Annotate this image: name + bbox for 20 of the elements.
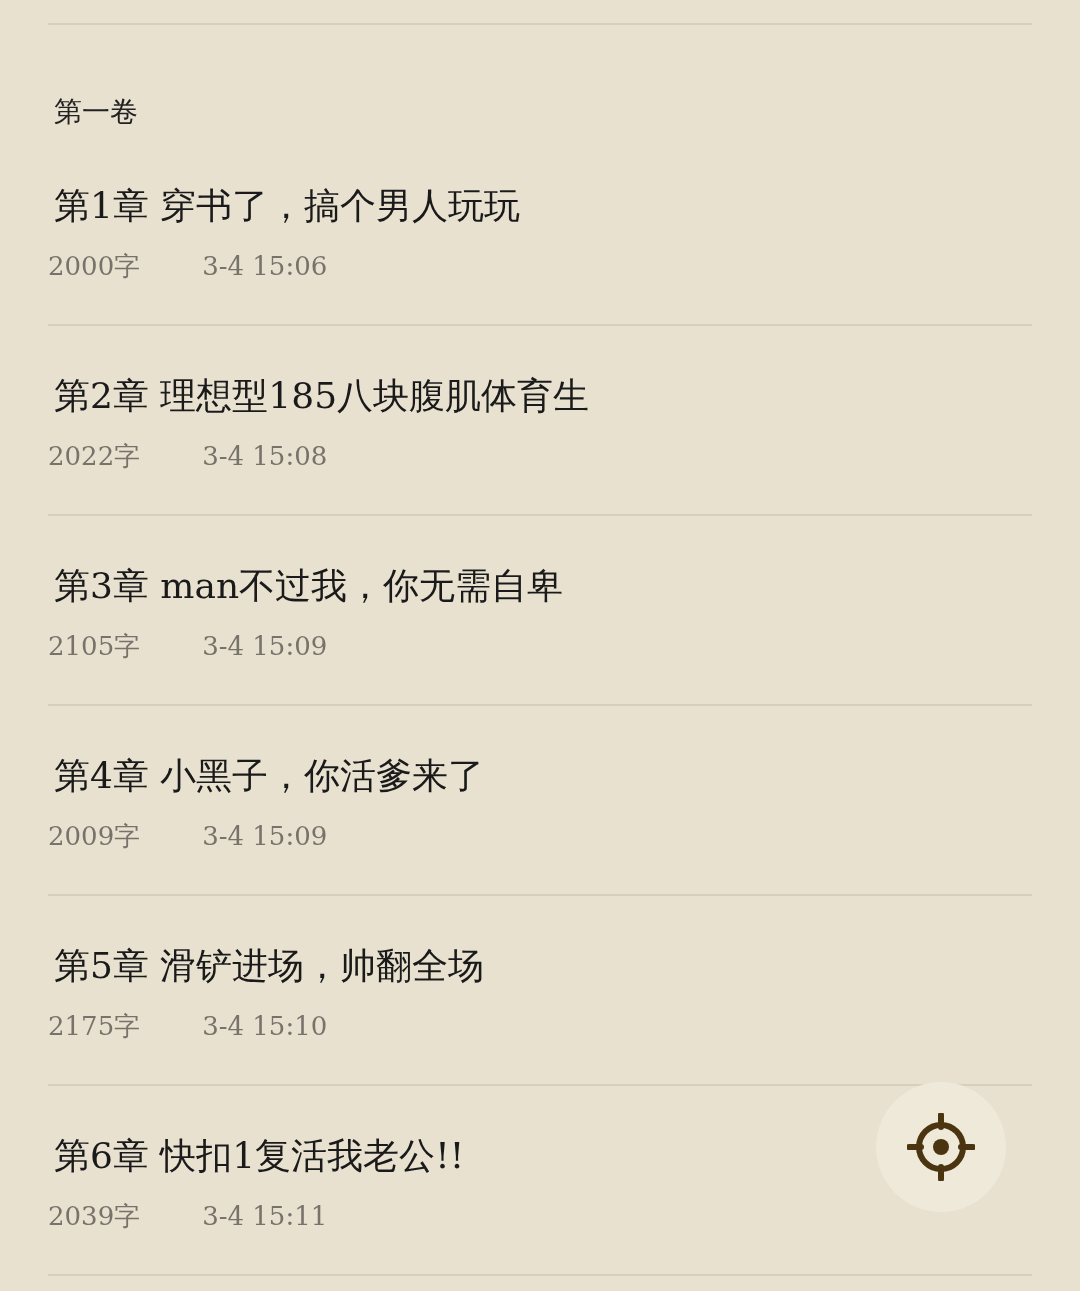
chapter-title[interactable]: 第1章 穿书了，搞个男人玩玩	[48, 186, 1032, 226]
update-time: 3-4 15:11	[202, 1201, 328, 1231]
word-count: 2009字	[48, 821, 141, 851]
update-time: 3-4 15:09	[202, 631, 328, 661]
word-count: 2022字	[48, 441, 141, 471]
update-time: 3-4 15:10	[202, 1011, 328, 1041]
chapter-title[interactable]: 第4章 小黑子，你活爹来了	[48, 756, 1032, 796]
update-time: 3-4 15:08	[202, 441, 328, 471]
chapter-title[interactable]: 第5章 滑铲进场，帅翻全场	[48, 946, 1032, 986]
volume-title: 第一卷	[53, 95, 138, 129]
word-count: 2039字	[48, 1201, 141, 1231]
word-count: 2105字	[48, 631, 141, 661]
update-time: 3-4 15:09	[202, 821, 328, 851]
chapter-title[interactable]: 第6章 快扣1复活我老公!!	[48, 1136, 1032, 1176]
word-count: 2175字	[48, 1011, 141, 1041]
chapter-title[interactable]: 第2章 理想型185八块腹肌体育生	[48, 376, 1032, 416]
chapter-title[interactable]: 第3章 man不过我，你无需自卑	[48, 566, 1032, 606]
crosshair-icon	[907, 1113, 975, 1181]
word-count: 2000字	[48, 251, 141, 281]
update-time: 3-4 15:06	[202, 251, 328, 281]
